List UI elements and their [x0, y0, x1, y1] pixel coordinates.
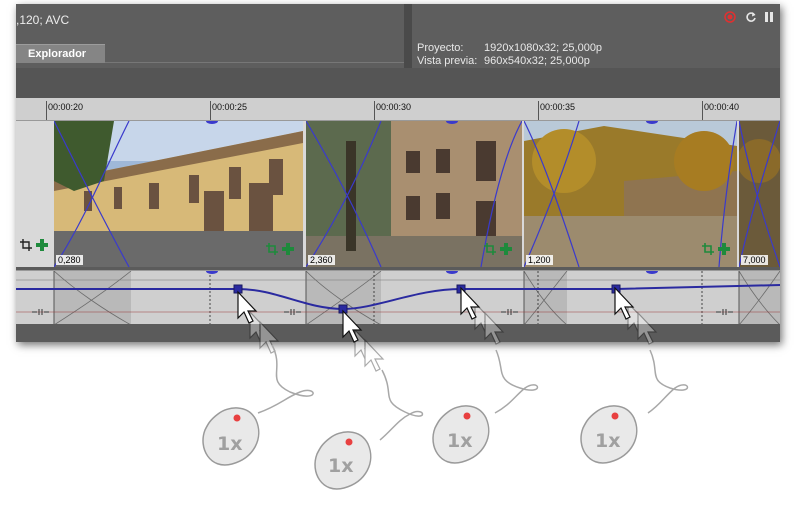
cursor-arrows [237, 287, 634, 343]
annotation-layer [202, 287, 689, 490]
click-count-label-1: 1x [217, 433, 243, 455]
click-count-label-3: 1x [447, 430, 473, 452]
click-count-label-2: 1x [328, 455, 354, 477]
click-count-label-4: 1x [595, 430, 621, 452]
